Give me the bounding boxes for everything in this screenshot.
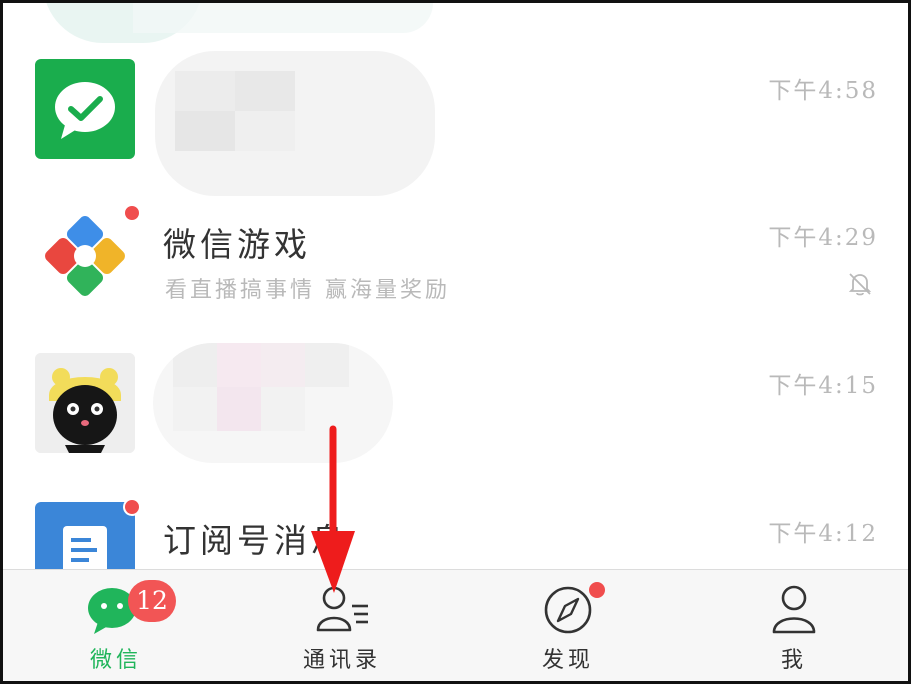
chat-preview: 看直播搞事情 赢海量奖励: [165, 278, 450, 303]
tab-me[interactable]: 我: [681, 570, 907, 681]
tab-discover[interactable]: 发现: [455, 570, 681, 681]
chat-time: 下午4:58: [768, 78, 878, 104]
discover-dot: [589, 582, 605, 598]
blurred-name: [155, 51, 435, 196]
chat-row-wechat-games[interactable]: 微信游戏 看直播搞事情 赢海量奖励 下午4:29: [3, 188, 908, 333]
unread-dot: [123, 204, 141, 222]
blurred-name: [153, 343, 393, 463]
chat-name: 微信游戏: [163, 225, 311, 264]
wechat-screen: 下午4:58 微信游戏 看直播搞事情 赢海量奖励 下午4:29 下午4:15 订…: [0, 0, 911, 684]
chat-row-cartoon-contact[interactable]: 下午4:15: [3, 333, 908, 478]
chat-row-wechat-pay[interactable]: 下午4:58: [3, 43, 908, 196]
wechat-pay-icon: [35, 59, 135, 159]
chat-name: 订阅号消息: [163, 521, 348, 560]
unread-count-badge: 12: [128, 580, 176, 622]
tab-label: 微信: [89, 648, 142, 673]
chat-time: 下午4:12: [768, 521, 878, 547]
chat-list: 下午4:58 微信游戏 看直播搞事情 赢海量奖励 下午4:29 下午4:15 订…: [3, 3, 908, 602]
wechat-games-icon: [35, 204, 141, 306]
unread-dot: [123, 498, 141, 516]
chat-time: 下午4:15: [768, 373, 878, 399]
contacts-icon: [316, 586, 368, 632]
chat-time: 下午4:29: [768, 225, 878, 251]
tab-chats[interactable]: 12 微信: [3, 570, 229, 681]
tab-label: 我: [780, 648, 807, 673]
bottom-tab-bar: 12 微信 通讯录 发现 我: [3, 569, 908, 681]
tab-label: 发现: [541, 648, 594, 673]
mute-bell-icon: [848, 273, 872, 296]
person-icon: [772, 585, 816, 634]
tab-contacts[interactable]: 通讯录: [229, 570, 455, 681]
cartoon-avatar: [35, 353, 135, 453]
tab-label: 通讯录: [302, 648, 381, 673]
